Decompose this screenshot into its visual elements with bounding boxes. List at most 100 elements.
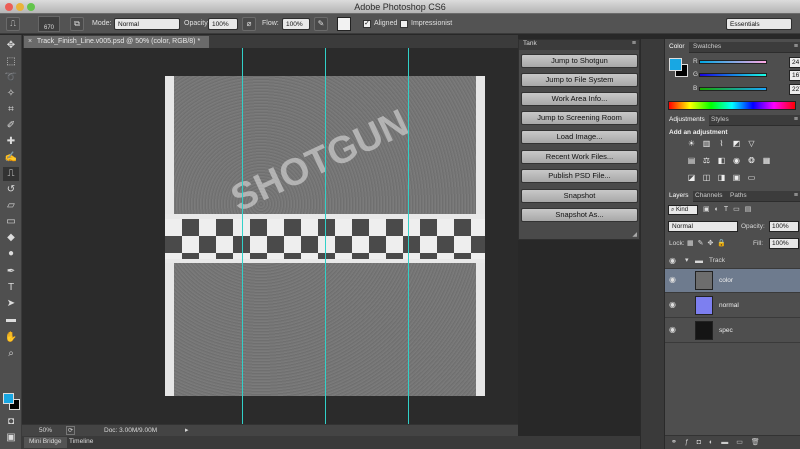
status-menu-arrow-icon[interactable]: ▸ <box>185 426 189 434</box>
guide-line[interactable] <box>325 48 326 424</box>
foreground-swatch[interactable] <box>337 17 351 31</box>
visibility-eye-icon[interactable]: ◉ <box>669 256 679 266</box>
workspace-select[interactable]: Essentials <box>726 18 792 30</box>
blur-tool-icon[interactable]: ◆ <box>3 231 19 245</box>
brightness-contrast-icon[interactable]: ☀ <box>687 139 696 148</box>
clone-stamp-tool-preset-icon[interactable]: ⎍ <box>6 17 20 31</box>
threshold-icon[interactable]: ◨ <box>717 173 726 182</box>
mode-select[interactable]: Normal <box>114 18 180 30</box>
history-brush-tool-icon[interactable]: ↺ <box>3 183 19 197</box>
levels-icon[interactable]: ▥ <box>702 139 711 148</box>
panel-menu-icon[interactable]: ≡ <box>794 192 798 199</box>
channel-mixer-icon[interactable]: ❂ <box>747 156 756 165</box>
jump-to-shotgun-button[interactable]: Jump to Shotgun <box>521 54 638 68</box>
black-white-icon[interactable]: ◧ <box>717 156 726 165</box>
color-balance-icon[interactable]: ⚖ <box>702 156 711 165</box>
zoom-level[interactable]: 50% <box>39 427 52 434</box>
lasso-tool-icon[interactable]: ➰ <box>3 71 19 85</box>
clone-stamp-tool-icon[interactable]: ⎍ <box>3 167 19 181</box>
pen-tool-icon[interactable]: ✒ <box>3 265 19 279</box>
gradient-map-icon[interactable]: ▭ <box>747 173 756 182</box>
delete-layer-icon[interactable]: 🗑 <box>751 439 768 446</box>
document-tab[interactable]: × Track_Finish_Line.v005.psd @ 50% (colo… <box>23 35 210 48</box>
layer-row[interactable]: ◉ normal <box>665 294 800 318</box>
screen-mode-icon[interactable]: ▣ <box>3 431 19 445</box>
curves-icon[interactable]: ⌇ <box>717 139 726 148</box>
layer-opacity-input[interactable]: 100% <box>769 221 799 232</box>
rectangle-tool-icon[interactable]: ▬ <box>3 313 19 327</box>
visibility-eye-icon[interactable]: ◉ <box>669 325 679 335</box>
tab-timeline[interactable]: Timeline <box>64 437 98 448</box>
foreground-color-swatch[interactable] <box>669 58 682 71</box>
b-value[interactable]: 227 <box>789 84 800 95</box>
snapshot-as-button[interactable]: Snapshot As... <box>521 208 638 222</box>
airbrush-icon[interactable]: ✎ <box>314 17 328 31</box>
layer-group-row[interactable]: ◉ ▾ ▬ Track <box>665 253 800 269</box>
new-group-icon[interactable]: ▬ <box>721 439 736 446</box>
guide-line[interactable] <box>408 48 409 424</box>
color-spectrum[interactable] <box>668 101 796 110</box>
layer-style-icon[interactable]: ƒ <box>685 439 697 446</box>
hand-tool-icon[interactable]: ✋ <box>3 331 19 345</box>
panel-menu-icon[interactable]: ≡ <box>794 43 798 50</box>
marquee-tool-icon[interactable]: ⬚ <box>3 55 19 69</box>
jump-to-file-system-button[interactable]: Jump to File System <box>521 73 638 87</box>
exposure-icon[interactable]: ◩ <box>732 139 741 148</box>
resize-grip-icon[interactable]: ◢ <box>632 231 637 238</box>
move-tool-icon[interactable]: ✥ <box>3 39 19 53</box>
snapshot-button[interactable]: Snapshot <box>521 189 638 203</box>
dodge-tool-icon[interactable]: ● <box>3 247 19 261</box>
brush-tool-icon[interactable]: ✍ <box>3 151 19 165</box>
b-slider[interactable] <box>699 87 767 91</box>
color-lookup-icon[interactable]: ▦ <box>762 156 771 165</box>
new-layer-icon[interactable]: ▭ <box>736 439 751 446</box>
vibrance-icon[interactable]: ▽ <box>747 139 756 148</box>
guide-line[interactable] <box>242 48 243 424</box>
fill-input[interactable]: 100% <box>769 238 799 249</box>
foreground-color-swatch[interactable] <box>3 393 14 404</box>
crop-tool-icon[interactable]: ⌗ <box>3 103 19 117</box>
visibility-eye-icon[interactable]: ◉ <box>669 275 679 285</box>
tab-color[interactable]: Color <box>665 42 689 53</box>
photo-filter-icon[interactable]: ◉ <box>732 156 741 165</box>
layer-row[interactable]: ◉ color <box>665 269 800 293</box>
recent-work-files-button[interactable]: Recent Work Files... <box>521 150 638 164</box>
layer-filter-select[interactable]: ⌕ Kind <box>668 205 698 215</box>
close-document-icon[interactable]: × <box>28 38 32 45</box>
lock-icons[interactable]: ▦✎✥🔒 <box>687 239 730 247</box>
g-value[interactable]: 167 <box>789 70 800 81</box>
aligned-checkbox[interactable]: ✓ <box>363 20 371 28</box>
brush-preview[interactable]: 670 <box>38 16 60 32</box>
add-mask-icon[interactable]: ◘ <box>697 439 709 446</box>
clone-source-panel-icon[interactable]: ⧉ <box>70 17 84 31</box>
visibility-eye-icon[interactable]: ◉ <box>669 300 679 310</box>
publish-psd-file-button[interactable]: Publish PSD File... <box>521 169 638 183</box>
work-area-info-button[interactable]: Work Area Info... <box>521 92 638 106</box>
magic-wand-tool-icon[interactable]: ✧ <box>3 87 19 101</box>
jump-to-screening-room-button[interactable]: Jump to Screening Room <box>521 111 638 125</box>
tab-channels[interactable]: Channels <box>691 191 726 202</box>
status-options-icon[interactable]: ⟳ <box>66 426 75 435</box>
tab-mini-bridge[interactable]: Mini Bridge <box>24 437 67 448</box>
filter-icons[interactable]: ▣◐T▭▤ <box>703 205 756 213</box>
r-value[interactable]: 24 <box>789 57 800 68</box>
healing-brush-tool-icon[interactable]: ✚ <box>3 135 19 149</box>
tab-layers[interactable]: Layers <box>665 191 693 202</box>
selective-color-icon[interactable]: ▣ <box>732 173 741 182</box>
tab-adjustments[interactable]: Adjustments <box>665 115 709 126</box>
g-slider[interactable] <box>699 73 767 77</box>
link-layers-icon[interactable]: ⚭ <box>671 439 685 446</box>
path-selection-tool-icon[interactable]: ➤ <box>3 297 19 311</box>
impressionist-checkbox[interactable] <box>400 20 408 28</box>
eraser-tool-icon[interactable]: ▱ <box>3 199 19 213</box>
blend-mode-select[interactable]: Normal <box>668 221 738 232</box>
panel-menu-icon[interactable]: ≡ <box>794 116 798 123</box>
quick-mask-icon[interactable]: ◘ <box>3 415 19 429</box>
panel-menu-icon[interactable]: ≡ <box>632 40 636 47</box>
tab-styles[interactable]: Styles <box>707 115 733 126</box>
flow-input[interactable]: 100% <box>282 18 310 30</box>
posterize-icon[interactable]: ◫ <box>702 173 711 182</box>
tab-paths[interactable]: Paths <box>726 191 751 202</box>
eyedropper-tool-icon[interactable]: ✐ <box>3 119 19 133</box>
zoom-tool-icon[interactable]: ⌕ <box>3 347 19 361</box>
